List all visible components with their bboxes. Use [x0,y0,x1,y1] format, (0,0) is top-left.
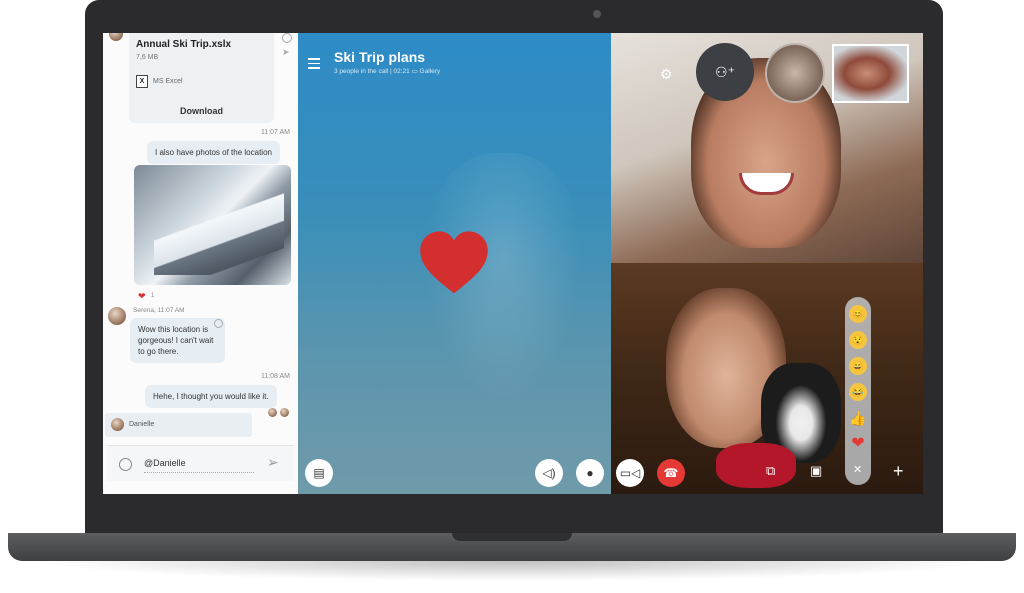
gallery-icon[interactable]: ▭ [412,68,420,75]
webcam [593,10,601,18]
call-stage: Ski Trip plans 3 people in the call | 02… [298,33,611,494]
emoji-icon[interactable] [119,458,132,471]
gallery-link[interactable]: Gallery [420,68,441,75]
reaction-heart[interactable]: ❤ [849,435,867,453]
read-receipt-avatar [268,408,277,417]
message-composer: ➢ [107,445,294,481]
skype-window: Annual Ski Trip.xslx 7,6 MB X MS Excel D… [103,33,923,494]
call-subtitle: 3 people in the call | 02:21 ▭ Gallery [334,67,440,75]
laptop-notch [452,533,572,541]
message-sender: Serena, 11:07 AM [133,307,185,314]
input-underline [144,472,254,473]
screen-view-icon[interactable]: ▣ [810,463,822,479]
mention-suggestion[interactable]: Danielle [105,413,252,437]
download-button[interactable]: Download [129,106,274,116]
message-bubble: I also have photos of the location [147,141,280,164]
avatar-danielle [111,418,124,431]
message-input[interactable] [144,458,254,468]
smile-icon[interactable] [214,319,223,328]
file-name: Annual Ski Trip.xslx [136,39,232,50]
dog-scarf [716,443,796,488]
forward-icon[interactable]: ➤ [282,47,290,58]
reaction-smile[interactable]: 😊 [849,305,867,323]
reaction-count: 1 [151,293,155,299]
reaction-thumbs-up[interactable]: 👍 [849,409,867,427]
smile-icon[interactable] [282,33,292,43]
excel-icon: X [136,75,148,88]
message-time: 11:07 AM [260,129,290,136]
gear-icon[interactable]: ⚙ [660,66,673,83]
call-status: 3 people in the call | 02:21 [334,68,410,75]
laptop-frame: Annual Ski Trip.xslx 7,6 MB X MS Excel D… [0,0,1024,593]
video-icon[interactable]: ▭◁ [616,459,644,487]
file-app: MS Excel [153,78,183,85]
close-icon[interactable]: ✕ [853,463,862,476]
chat-icon[interactable]: ▤ [305,459,333,487]
reaction-surprised[interactable]: 😯 [849,331,867,349]
chat-pane: Annual Ski Trip.xslx 7,6 MB X MS Excel D… [103,33,298,494]
call-title: Ski Trip plans [334,49,426,65]
file-size: 7,6 MB [136,54,159,61]
reaction-picker: 😊 😯 😄 😂 👍 ❤ ✕ [845,297,871,485]
shared-photo[interactable] [134,165,291,285]
heart-reaction-icon[interactable]: ❤ [138,291,146,302]
heart-reaction-icon [420,231,488,294]
speaker-icon[interactable]: ◁) [535,459,563,487]
add-icon[interactable]: + [893,461,904,482]
file-card[interactable]: Annual Ski Trip.xslx 7,6 MB X MS Excel D… [129,33,274,123]
send-icon[interactable]: ➢ [267,454,279,471]
participant-video [611,263,923,494]
message-bubble: Hehe, I thought you would like it. [145,385,277,408]
participant-avatar[interactable] [765,43,825,103]
avatar-serena [108,307,126,325]
message-time: 11:08 AM [260,373,290,380]
reaction-laugh[interactable]: 😄 [849,357,867,375]
message-bubble: Wow this location is gorgeous! I can't w… [130,318,225,363]
reaction-tears[interactable]: 😂 [849,383,867,401]
menu-icon[interactable] [308,58,320,72]
self-view-video[interactable] [832,44,909,103]
laptop-shadow [30,561,994,581]
mention-name: Danielle [129,421,155,428]
avatar [109,33,123,41]
end-call-icon[interactable]: ☎ [657,459,685,487]
screen-share-icon[interactable]: ⧉ [766,463,775,479]
add-person-icon[interactable]: ⚇⁺ [696,43,754,101]
read-receipt-avatar [280,408,289,417]
microphone-icon[interactable]: ● [576,459,604,487]
